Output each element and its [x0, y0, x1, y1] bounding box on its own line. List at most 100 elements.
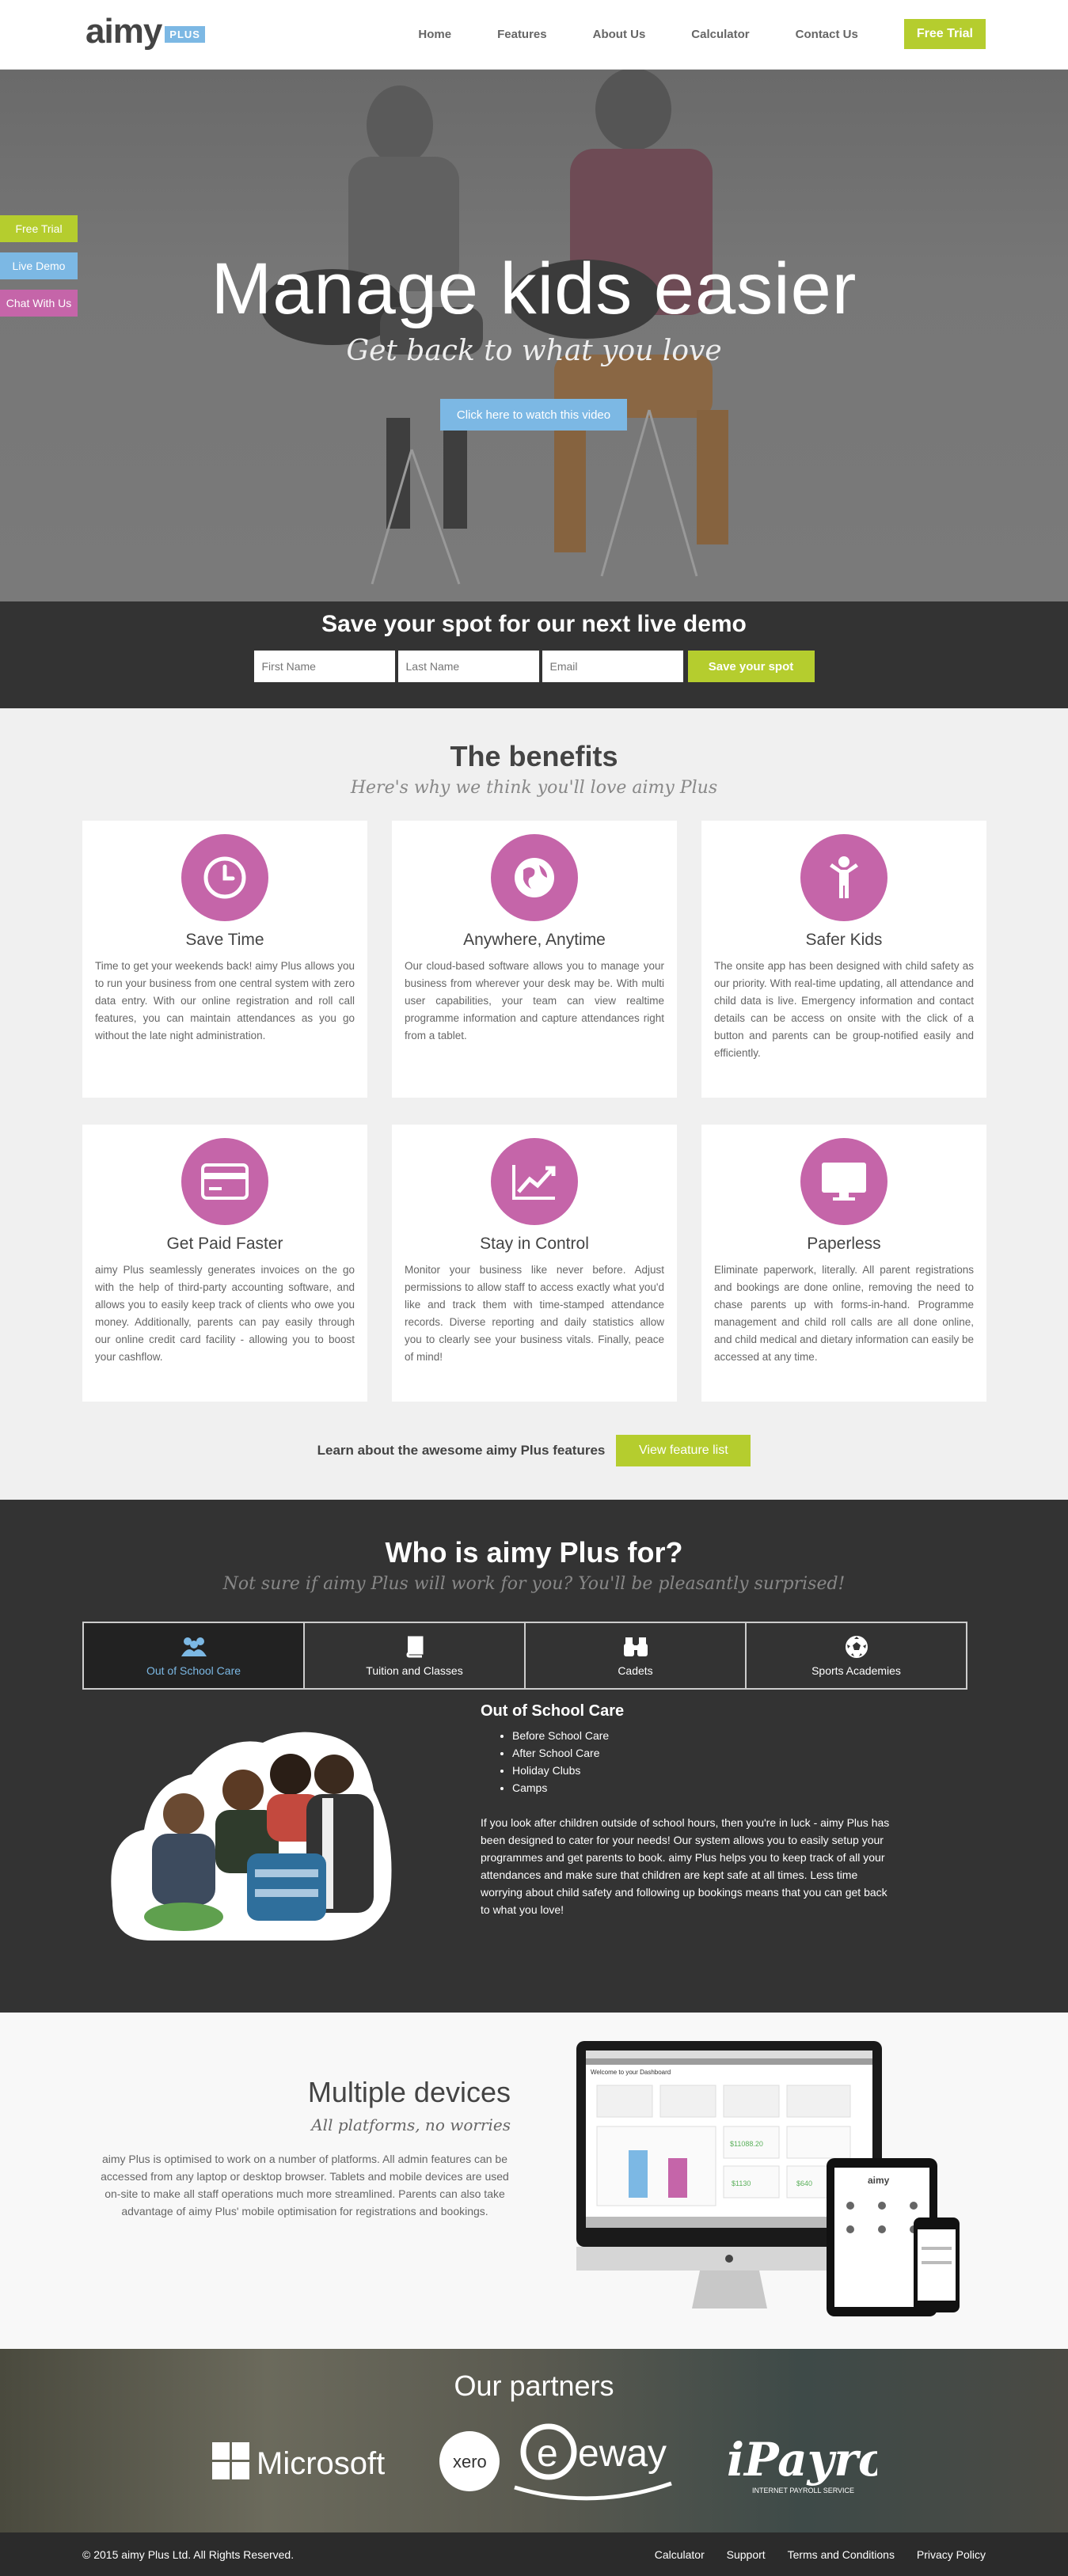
nav-about-us[interactable]: About Us: [593, 28, 646, 41]
soccer-ball-icon: [845, 1634, 868, 1660]
benefit-card-paperless: Paperless Eliminate paperwork, literally…: [701, 1125, 986, 1402]
logo-ipayroll: iPayroll: [727, 2433, 877, 2487]
benefit-text: Time to get your weekends back! aimy Plu…: [95, 960, 355, 1041]
benefit-card-save-time: Save Time Time to get your weekends back…: [82, 821, 367, 1098]
screen-welcome: Welcome to your Dashboard: [591, 2069, 671, 2076]
devices-text: Multiple devices All platforms, no worri…: [99, 2076, 511, 2220]
binoculars-icon: [623, 1634, 648, 1660]
footer-link-support[interactable]: Support: [727, 2548, 766, 2561]
email-field[interactable]: [542, 651, 683, 682]
ipayroll-tag: INTERNET PAYROLL SERVICE: [752, 2487, 854, 2494]
benefit-title: Stay in Control: [480, 1235, 589, 1253]
feature-cta: Learn about the awesome aimy Plus featur…: [0, 1435, 1068, 1466]
first-name-field[interactable]: [253, 651, 395, 682]
last-name-field[interactable]: [397, 651, 539, 682]
benefit-title: Paperless: [807, 1235, 881, 1253]
site-footer: © 2015 aimy Plus Ltd. All Rights Reserve…: [0, 2532, 1068, 2576]
partner-logos: Microsoft xero e eway iPayroll INTERNET …: [212, 2423, 877, 2501]
benefit-title: Anywhere, Anytime: [463, 931, 606, 949]
benefits-subtitle: Here's why we think you'll love aimy Plu…: [350, 778, 718, 798]
benefits-row-2: Get Paid Faster aimy Plus seamlessly gen…: [82, 1125, 986, 1402]
tab-cadets[interactable]: Cadets: [526, 1623, 747, 1688]
feature-cta-text: Learn about the awesome aimy Plus featur…: [317, 1443, 606, 1458]
book-icon: [405, 1634, 425, 1660]
site-header: aimy PLUS Home Features About Us Calcula…: [0, 0, 1068, 70]
screen-amount: $640: [796, 2180, 812, 2187]
partners-title: Our partners: [454, 2369, 614, 2402]
logo-badge: PLUS: [165, 26, 205, 43]
benefits-row-1: Save Time Time to get your weekends back…: [82, 821, 986, 1098]
people-icon: [180, 1634, 208, 1660]
audience-content: Out of School Care Before School Care Af…: [481, 1702, 892, 1918]
benefit-card-safer-kids: Safer Kids The onsite app has been desig…: [701, 821, 986, 1098]
child-icon: [800, 834, 887, 921]
partners-section: Our partners Microsoft xero e eway iPayr…: [0, 2349, 1068, 2532]
audience-list: Before School Care After School Care Hol…: [512, 1727, 892, 1796]
logo-eway: eway: [578, 2433, 667, 2475]
main-nav: Home Features About Us Calculator Contac…: [372, 19, 986, 49]
tab-tuition-and-classes[interactable]: Tuition and Classes: [305, 1623, 526, 1688]
clock-icon: [181, 834, 268, 921]
view-feature-list-button[interactable]: View feature list: [616, 1435, 751, 1466]
benefit-title: Save Time: [185, 931, 264, 949]
benefit-card-get-paid: Get Paid Faster aimy Plus seamlessly gen…: [82, 1125, 367, 1402]
audience-title: Out of School Care: [481, 1702, 625, 1720]
audience-paragraph: If you look after children outside of sc…: [481, 1816, 890, 1916]
devices-subtitle: All platforms, no worries: [311, 2115, 511, 2134]
devices-section: Multiple devices All platforms, no worri…: [0, 2013, 1068, 2349]
benefit-text: aimy Plus seamlessly generates invoices …: [95, 1264, 355, 1363]
tab-label: Sports Academies: [811, 1664, 901, 1677]
watch-video-button[interactable]: Click here to watch this video: [440, 399, 627, 431]
benefit-title: Safer Kids: [805, 931, 883, 949]
tab-out-of-school-care[interactable]: Out of School Care: [84, 1623, 305, 1688]
tab-label: Tuition and Classes: [366, 1664, 463, 1677]
hero-subtitle: Get back to what you love: [346, 335, 722, 367]
kids-photo: [111, 1732, 392, 1941]
logo[interactable]: aimy PLUS: [86, 14, 205, 49]
benefit-card-anywhere: Anywhere, Anytime Our cloud-based softwa…: [392, 821, 677, 1098]
benefit-text: Eliminate paperwork, literally. All pare…: [714, 1264, 974, 1363]
xero-logo: xero: [439, 2431, 500, 2491]
benefit-card-stay-in-control: Stay in Control Monitor your business li…: [392, 1125, 677, 1402]
free-trial-button[interactable]: Free Trial: [903, 19, 986, 49]
who-title: Who is aimy Plus for?: [385, 1536, 683, 1569]
tab-label: Out of School Care: [146, 1664, 241, 1677]
tab-label: Cadets: [618, 1664, 653, 1677]
save-spot-button[interactable]: Save your spot: [687, 651, 815, 682]
globe-icon: [491, 834, 578, 921]
devices-title: Multiple devices: [307, 2076, 511, 2108]
benefits-title: The benefits: [450, 740, 618, 772]
screen-amount: $1130: [732, 2180, 751, 2187]
nav-features[interactable]: Features: [497, 28, 547, 41]
demo-title: Save your spot for our next live demo: [321, 611, 747, 637]
who-section: Who is aimy Plus for? Not sure if aimy P…: [0, 1500, 1068, 2013]
list-item: Holiday Clubs: [512, 1762, 892, 1779]
footer-link-terms[interactable]: Terms and Conditions: [788, 2548, 895, 2561]
tab-sports-academies[interactable]: Sports Academies: [747, 1623, 966, 1688]
benefit-text: The onsite app has been designed with ch…: [714, 960, 974, 1059]
tablet-brand: aimy: [868, 2175, 890, 2186]
nav-calculator[interactable]: Calculator: [691, 28, 749, 41]
devices-paragraph: aimy Plus is optimised to work on a numb…: [101, 2153, 509, 2217]
footer-link-privacy[interactable]: Privacy Policy: [917, 2548, 986, 2561]
nav-contact-us[interactable]: Contact Us: [796, 28, 858, 41]
live-demo-section: Save your spot for our next live demo Sa…: [0, 601, 1068, 708]
benefit-title: Get Paid Faster: [166, 1235, 283, 1253]
logo-microsoft: Microsoft: [257, 2446, 385, 2481]
monitor-icon: [800, 1138, 887, 1225]
hero-section: Free Trial Live Demo Chat With Us Manage…: [0, 70, 1068, 601]
screen-amount: $11088.20: [730, 2140, 763, 2148]
logo-text: aimy: [86, 12, 162, 51]
copyright: © 2015 aimy Plus Ltd. All Rights Reserve…: [82, 2548, 295, 2561]
benefit-text: Our cloud-based software allows you to m…: [405, 960, 664, 1041]
svg-text:e: e: [537, 2433, 558, 2475]
footer-link-calculator[interactable]: Calculator: [655, 2548, 705, 2561]
list-item: Camps: [512, 1779, 892, 1796]
side-free-trial-button[interactable]: Free Trial: [0, 215, 78, 242]
demo-form: Save your spot: [0, 651, 1068, 682]
who-subtitle: Not sure if aimy Plus will work for you?…: [222, 1574, 846, 1594]
logo-xero: xero: [453, 2452, 487, 2472]
hero-title: Manage kids easier: [211, 248, 857, 329]
nav-home[interactable]: Home: [418, 28, 451, 41]
microsoft-logo: Microsoft: [212, 2442, 385, 2481]
